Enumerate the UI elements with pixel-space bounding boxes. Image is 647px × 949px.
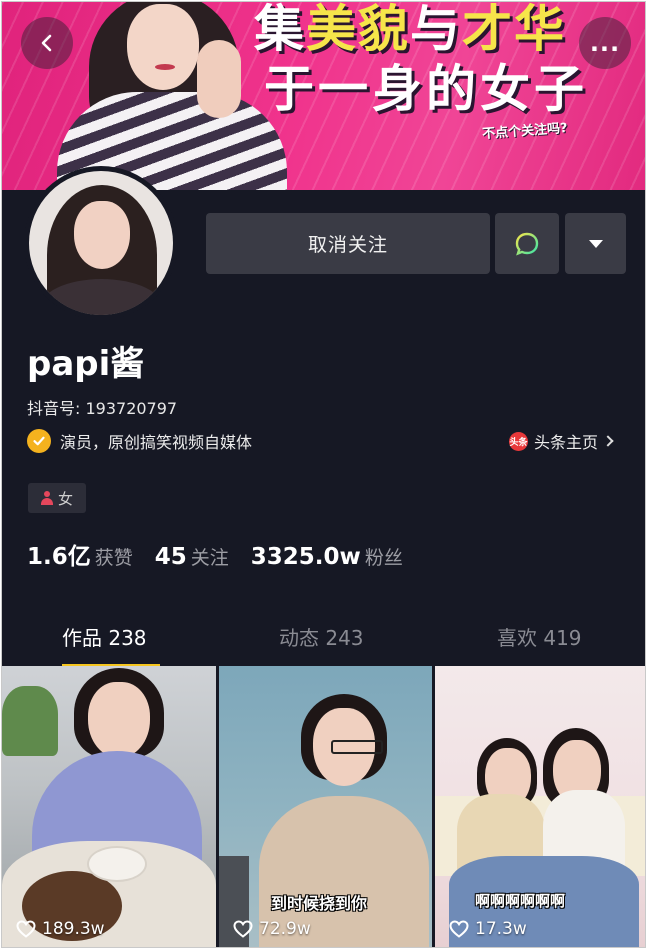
video-tile[interactable]: 啊啊啊啊啊啊 17.3w [435, 666, 645, 947]
tab-dynamics[interactable]: 动态 243 [279, 622, 364, 651]
toutiao-homepage-link[interactable]: 头条 头条主页 [509, 429, 614, 453]
profile-banner: 集美貌与才华 于一身的女子 不点个关注吗? ... [2, 2, 645, 190]
gender-label: 女 [57, 489, 73, 508]
avatar[interactable] [24, 166, 178, 320]
triangle-down-icon [588, 239, 603, 248]
video-tile[interactable]: 到时候挠到你 72.9w [219, 666, 432, 947]
heart-icon [16, 920, 36, 938]
unfollow-button[interactable]: 取消关注 [206, 213, 490, 274]
stats-row: 1.6亿 获赞 45 关注 3325.0w 粉丝 [27, 537, 425, 571]
toutiao-logo-icon: 头条 [509, 431, 528, 451]
like-count: 72.9w [233, 919, 311, 939]
heart-icon [233, 920, 253, 938]
stat-followers[interactable]: 3325.0w 粉丝 [251, 543, 403, 570]
banner-headline-line1: 集美貌与才华 [254, 2, 566, 58]
verified-row: 演员，原创搞笑视频自媒体 [27, 429, 252, 453]
stat-label: 粉丝 [364, 547, 403, 569]
video-tile[interactable]: 189.3w [2, 666, 216, 947]
more-button[interactable]: ... [579, 17, 631, 69]
chat-button[interactable] [495, 213, 559, 274]
douyin-id: 抖音号: 193720797 [27, 399, 178, 418]
stat-label: 获赞 [94, 547, 133, 569]
tab-works[interactable]: 作品 238 [62, 622, 147, 651]
chevron-left-icon [41, 34, 52, 52]
stat-following[interactable]: 45 关注 [155, 543, 229, 570]
toutiao-label: 头条主页 [534, 433, 599, 452]
profile-screen: 集美貌与才华 于一身的女子 不点个关注吗? ... 取消关注 papi酱 抖音号… [1, 1, 646, 948]
tab-likes[interactable]: 喜欢 419 [497, 622, 582, 651]
chevron-right-icon [602, 435, 614, 447]
chat-bubble-icon [515, 232, 539, 256]
stat-value: 3325.0w [250, 544, 361, 570]
stat-likes: 1.6亿 获赞 [27, 537, 133, 571]
video-caption: 到时候挠到你 [271, 894, 368, 913]
heart-icon [449, 920, 469, 938]
more-icon: ... [589, 29, 621, 57]
profile-name: papi酱 [27, 344, 145, 384]
dropdown-button[interactable] [565, 213, 626, 274]
gender-tag: 女 [28, 483, 86, 513]
check-badge-icon [27, 429, 51, 453]
like-count: 17.3w [449, 919, 527, 939]
stat-value: 1.6亿 [27, 544, 91, 570]
banner-headline-line2: 于一身的女子 [264, 60, 588, 118]
stat-value: 45 [154, 544, 187, 570]
person-icon [40, 491, 53, 505]
stat-label: 关注 [190, 547, 229, 569]
like-count: 189.3w [16, 919, 105, 939]
banner-woman-image [57, 2, 287, 190]
back-button[interactable] [21, 17, 73, 69]
verified-description: 演员，原创搞笑视频自媒体 [60, 433, 253, 452]
content-tabs: 作品 238 动态 243 喜欢 419 [2, 612, 645, 667]
video-grid: 189.3w 到时候挠到你 72.9w 啊啊啊啊啊啊 17.3w [2, 666, 645, 947]
video-caption: 啊啊啊啊啊啊 [475, 892, 566, 910]
